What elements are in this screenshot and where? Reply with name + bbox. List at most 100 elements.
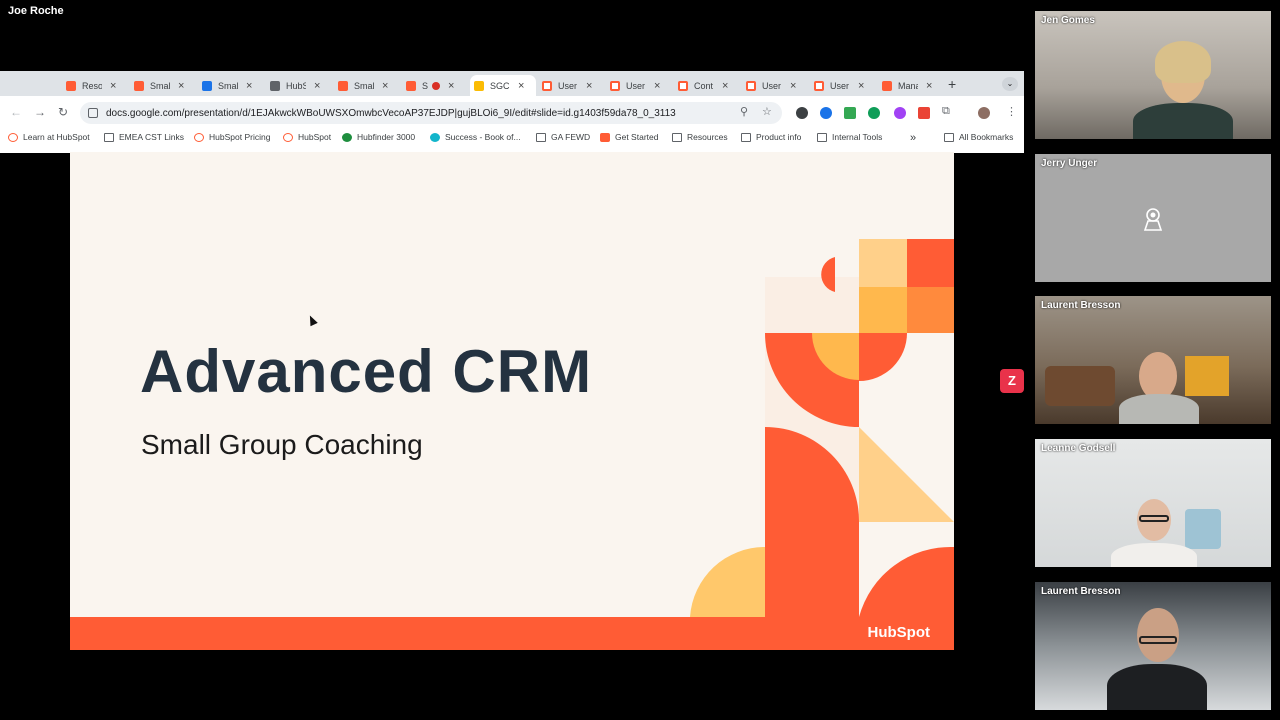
slide-title: Advanced CRM	[140, 338, 593, 405]
close-icon[interactable]: ×	[178, 80, 184, 92]
chrome-icon	[202, 80, 212, 91]
participant-name: Laurent Bresson	[1041, 586, 1121, 597]
tab-label: SGC	[490, 80, 510, 91]
site-info-icon[interactable]	[88, 108, 98, 118]
browser-tab[interactable]: User ×	[810, 75, 864, 96]
close-icon[interactable]: ×	[654, 80, 660, 92]
extension-icon[interactable]	[894, 107, 906, 119]
close-icon[interactable]: ×	[110, 80, 116, 92]
browser-tab[interactable]: Smal ×	[130, 75, 184, 96]
extension-icon[interactable]	[796, 107, 808, 119]
hubspot-icon	[338, 80, 348, 91]
close-icon[interactable]: ×	[448, 80, 454, 92]
deco-shape	[907, 239, 954, 287]
bookmark-item[interactable]: Learn at HubSpot	[8, 132, 90, 142]
hubspot-icon	[814, 80, 824, 91]
reload-button[interactable]: ↻	[58, 105, 68, 119]
tab-search-button[interactable]: ⌄	[1002, 77, 1018, 91]
tab-label: User	[626, 80, 646, 91]
close-icon[interactable]: ×	[518, 80, 524, 92]
deco-shape	[859, 287, 907, 333]
bookmark-item[interactable]: HubSpot Pricing	[194, 132, 270, 142]
close-icon[interactable]: ×	[926, 80, 932, 92]
bookmark-item[interactable]: EMEA CST Links	[104, 132, 184, 142]
bookmark-label: EMEA CST Links	[119, 132, 185, 142]
tab-label: Cont	[694, 80, 714, 91]
bookmark-item[interactable]: Get Started	[600, 132, 658, 142]
close-icon[interactable]: ×	[790, 80, 796, 92]
bookmark-label: Success - Book of...	[445, 132, 521, 142]
bookmark-item[interactable]: Product info	[741, 132, 801, 142]
extension-icon[interactable]	[844, 107, 856, 119]
back-button[interactable]: ←	[10, 105, 22, 119]
hubspot-icon	[610, 80, 620, 91]
bookmark-item[interactable]: Resources	[672, 132, 728, 142]
browser-tab[interactable]: Cont ×	[674, 75, 728, 96]
hubspot-icon	[406, 80, 416, 91]
close-icon[interactable]: ×	[382, 80, 388, 92]
extension-icon[interactable]	[868, 107, 880, 119]
hubspot-icon	[882, 80, 892, 91]
close-icon[interactable]: ×	[314, 80, 320, 92]
participant-tile[interactable]: Jerry Unger	[1035, 154, 1271, 282]
url-text[interactable]: docs.google.com/presentation/d/1EJAkwckW…	[106, 108, 676, 119]
participant-tile[interactable]: Jen Gomes	[1035, 11, 1271, 139]
participant-tile[interactable]: Laurent Bresson	[1035, 582, 1271, 710]
slide-footer-bar: HubSpot	[70, 617, 954, 650]
bookmark-label: Get Started	[615, 132, 659, 142]
extension-icon[interactable]	[820, 107, 832, 119]
deco-shape	[859, 239, 907, 287]
forward-button[interactable]: →	[34, 105, 46, 119]
hubspot-icon	[134, 80, 144, 91]
deco-shape	[690, 546, 765, 617]
browser-tab[interactable]: Reso ×	[62, 75, 116, 96]
browser-tab[interactable]: Mana ×	[878, 75, 932, 96]
hubspot-icon	[542, 80, 552, 91]
browser-tab[interactable]: User ×	[538, 75, 592, 96]
browser-tab[interactable]: User ×	[742, 75, 796, 96]
bookmark-label: Hubfinder 3000	[357, 132, 416, 142]
browser-tab[interactable]: Smal ×	[198, 75, 252, 96]
new-tab-button[interactable]: +	[948, 76, 956, 92]
tab-label: User	[762, 80, 782, 91]
browser-tab[interactable]: User ×	[606, 75, 660, 96]
deco-shape	[907, 287, 954, 333]
participant-tile[interactable]: Leanne Godsell	[1035, 439, 1271, 567]
profile-avatar[interactable]	[978, 107, 990, 119]
close-icon[interactable]: ×	[246, 80, 252, 92]
address-bar[interactable]: docs.google.com/presentation/d/1EJAkwckW…	[80, 102, 782, 124]
browser-tab-active[interactable]: SGC ×	[470, 75, 536, 96]
close-icon[interactable]: ×	[722, 80, 728, 92]
browser-tab[interactable]: S ×	[402, 75, 454, 96]
zoom-icon[interactable]: ⚲	[740, 105, 748, 118]
bookmarks-bar: Learn at HubSpot EMEA CST Links HubSpot …	[0, 129, 1024, 147]
close-icon[interactable]: ×	[858, 80, 864, 92]
browser-toolbar: ← → ↻ docs.google.com/presentation/d/1EJ…	[0, 101, 1024, 125]
tab-label: Mana	[898, 80, 918, 91]
browser-tab[interactable]: Smal ×	[334, 75, 388, 96]
participant-tile[interactable]: Laurent Bresson	[1035, 296, 1271, 424]
bookmark-label: All Bookmarks	[959, 132, 1014, 142]
slide-decoration	[690, 239, 954, 617]
extensions-puzzle-icon[interactable]: ⧉	[942, 105, 950, 118]
bookmark-label: HubSpot Pricing	[209, 132, 271, 142]
close-icon[interactable]: ×	[586, 80, 592, 92]
bookmark-item[interactable]: Hubfinder 3000	[342, 132, 415, 142]
bookmark-item[interactable]: GA FEWD	[536, 132, 590, 142]
bookmarks-overflow-button[interactable]: »	[910, 132, 916, 144]
bookmark-label: Internal Tools	[832, 132, 883, 142]
extension-icon[interactable]	[918, 107, 930, 119]
zoom-apps-icon[interactable]: Z	[1000, 369, 1024, 393]
bookmark-label: GA FEWD	[551, 132, 591, 142]
hubspot-logo: HubSpot	[867, 624, 930, 641]
presentation-slide: Advanced CRM Small Group Coaching HubSpo…	[70, 152, 954, 650]
browser-tab[interactable]: HubS ×	[266, 75, 320, 96]
bookmark-item[interactable]: Internal Tools	[817, 132, 882, 142]
tab-label: User	[558, 80, 578, 91]
bookmark-item[interactable]: Success - Book of...	[430, 132, 521, 142]
browser-menu-icon[interactable]: ⋮	[1006, 105, 1017, 118]
bookmark-star-icon[interactable]: ☆	[762, 105, 772, 118]
all-bookmarks-button[interactable]: All Bookmarks	[944, 132, 1013, 142]
bookmark-item[interactable]: HubSpot	[283, 132, 331, 142]
camera-off-icon	[1143, 208, 1163, 231]
